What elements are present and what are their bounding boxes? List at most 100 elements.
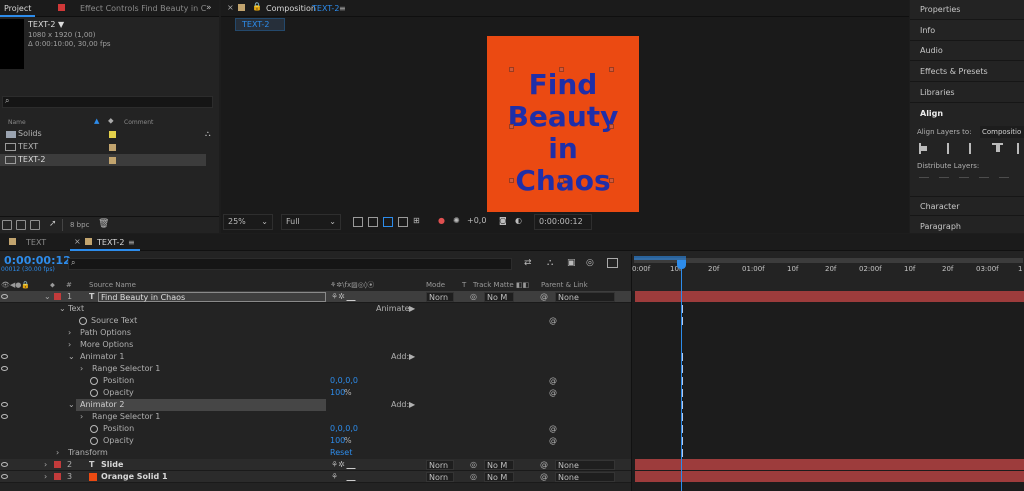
- expression-pickwhip-icon[interactable]: @: [549, 315, 557, 327]
- shy-collapse-icon[interactable]: ⚘✲: [331, 291, 345, 303]
- quality-icon[interactable]: [346, 293, 363, 301]
- t-header[interactable]: T: [462, 279, 466, 291]
- preserve-transparency-icon[interactable]: ◎: [470, 471, 477, 483]
- zoom-dropdown[interactable]: 25% ⌄: [223, 214, 273, 230]
- play-icon[interactable]: ▶: [409, 399, 415, 411]
- layer-name[interactable]: Orange Solid 1: [101, 471, 168, 483]
- source-name-header[interactable]: Source Name: [89, 279, 136, 291]
- comp-tab-name[interactable]: TEXT-2: [312, 4, 339, 13]
- resolution-dropdown[interactable]: Full ⌄: [281, 214, 341, 230]
- prop-animator2-row[interactable]: ⌄ Animator 2 Add: ▶: [0, 399, 631, 411]
- tab-text2[interactable]: TEXT-2: [97, 238, 124, 247]
- expression-pickwhip-icon[interactable]: @: [549, 375, 557, 387]
- layer-name[interactable]: Find Beauty in Chaos: [98, 292, 326, 302]
- new-composition-icon[interactable]: [30, 220, 40, 230]
- opacity-value[interactable]: 100: [330, 435, 345, 447]
- comp-tab-label[interactable]: Composition: [266, 4, 316, 13]
- eye-icon[interactable]: [1, 474, 8, 479]
- prop-transform-row[interactable]: › Transform Reset: [0, 447, 631, 459]
- bounding-box-handle[interactable]: [609, 178, 614, 183]
- guides-icon[interactable]: [398, 217, 408, 227]
- chevron-right-icon[interactable]: ›: [44, 459, 47, 471]
- bpc-label[interactable]: 8 bpc: [70, 221, 89, 229]
- region-of-interest-icon[interactable]: [353, 217, 363, 227]
- motion-blur-icon[interactable]: ◎: [586, 258, 594, 268]
- stopwatch-icon[interactable]: [90, 437, 98, 445]
- col-name-header[interactable]: Name: [8, 119, 26, 126]
- project-row-text2[interactable]: TEXT-2: [0, 154, 206, 166]
- prop-position1-row[interactable]: Position 0,0,0,0 @: [0, 375, 631, 387]
- panel-align[interactable]: Align: [910, 104, 1024, 124]
- preserve-transparency-icon[interactable]: ◎: [470, 459, 477, 471]
- chevron-right-icon[interactable]: ›: [68, 327, 71, 339]
- comp-menu-icon[interactable]: ≡: [339, 4, 346, 13]
- align-hcenter-icon[interactable]: [947, 143, 949, 154]
- prop-position2-row[interactable]: Position 0,0,0,0 @: [0, 423, 631, 435]
- eye-icon[interactable]: [1, 366, 8, 371]
- graph-editor-icon[interactable]: [607, 258, 618, 268]
- panel-properties[interactable]: Properties: [910, 0, 1024, 20]
- layer-row-2[interactable]: › 2 T Slide ⚘✲ Norn ◎ No M @ None: [0, 459, 631, 471]
- layer-label-swatch[interactable]: [54, 473, 61, 480]
- snapshot-icon[interactable]: ◙: [499, 214, 507, 230]
- current-time-display[interactable]: 0:00:00:12: [534, 214, 592, 230]
- layer-name[interactable]: Slide: [101, 459, 123, 471]
- layer-duration-bar[interactable]: [635, 291, 1024, 302]
- chevron-right-icon[interactable]: ›: [80, 363, 83, 375]
- comp-breadcrumb[interactable]: TEXT-2: [235, 18, 285, 31]
- bounding-box-handle[interactable]: [609, 67, 614, 72]
- work-area-bar[interactable]: [634, 258, 1023, 263]
- bounding-box-handle[interactable]: [559, 178, 564, 183]
- mode-dropdown[interactable]: Norn: [426, 472, 454, 482]
- layer-label-swatch[interactable]: [54, 293, 61, 300]
- pickwhip-icon[interactable]: @: [540, 471, 548, 483]
- expression-pickwhip-icon[interactable]: @: [549, 435, 557, 447]
- tab-project[interactable]: Project: [0, 0, 36, 17]
- preserve-transparency-icon[interactable]: ◎: [470, 291, 477, 303]
- track-matte-dropdown[interactable]: No M: [484, 292, 514, 302]
- panel-libraries[interactable]: Libraries: [910, 83, 1024, 103]
- prop-text-row[interactable]: ⌄ Text Animate: ▶: [0, 303, 631, 315]
- chevron-down-icon[interactable]: ⌄: [44, 291, 51, 303]
- mode-dropdown[interactable]: Norn: [426, 460, 454, 470]
- layer-duration-bar[interactable]: [635, 471, 1024, 482]
- color-channels-icon[interactable]: ●: [438, 214, 445, 230]
- layer-row-3[interactable]: › 3 Orange Solid 1 ⚘ Norn ◎ No M @ None: [0, 471, 631, 483]
- opacity-value[interactable]: 100: [330, 387, 345, 399]
- quality-icon[interactable]: [346, 473, 363, 481]
- pin-icon[interactable]: ➚: [49, 219, 57, 229]
- eye-icon[interactable]: [1, 294, 8, 299]
- transparency-grid-icon[interactable]: [368, 217, 378, 227]
- layer-duration-bar[interactable]: [635, 459, 1024, 470]
- panel-audio[interactable]: Audio: [910, 41, 1024, 61]
- exposure-value[interactable]: +0,0: [467, 214, 486, 230]
- bounding-box-handle[interactable]: [509, 67, 514, 72]
- panel-character[interactable]: Character: [910, 196, 1024, 216]
- pickwhip-icon[interactable]: @: [540, 291, 548, 303]
- bounding-box-handle[interactable]: [609, 124, 614, 129]
- interpret-footage-icon[interactable]: [2, 220, 12, 230]
- close-icon[interactable]: ×: [74, 237, 81, 246]
- align-target-dropdown[interactable]: Compositio: [980, 126, 1024, 138]
- prop-range-selector1-row[interactable]: › Range Selector 1: [0, 363, 631, 375]
- chevron-right-icon[interactable]: ›: [44, 471, 47, 483]
- shy-collapse-icon[interactable]: ⚘✲: [331, 459, 345, 471]
- reset-link[interactable]: Reset: [330, 447, 352, 459]
- layer-label-swatch[interactable]: [54, 461, 61, 468]
- quality-icon[interactable]: [346, 461, 363, 469]
- trash-icon[interactable]: 🗑: [98, 219, 109, 229]
- add-label[interactable]: Add:: [391, 351, 409, 363]
- mode-dropdown[interactable]: Norn: [426, 292, 454, 302]
- expression-pickwhip-icon[interactable]: @: [549, 387, 557, 399]
- project-row-text[interactable]: TEXT: [0, 141, 206, 153]
- stopwatch-icon[interactable]: [79, 317, 87, 325]
- track-matte-dropdown[interactable]: No M: [484, 460, 514, 470]
- grid-icon[interactable]: ⊞: [413, 214, 420, 230]
- panel-info[interactable]: Info: [910, 21, 1024, 41]
- prop-path-options-row[interactable]: › Path Options: [0, 327, 631, 339]
- track-matte-dropdown[interactable]: No M: [484, 472, 514, 482]
- add-label[interactable]: Add:: [391, 399, 409, 411]
- play-icon[interactable]: ▶: [409, 303, 415, 315]
- stopwatch-icon[interactable]: [90, 377, 98, 385]
- mask-visibility-icon[interactable]: [383, 217, 393, 227]
